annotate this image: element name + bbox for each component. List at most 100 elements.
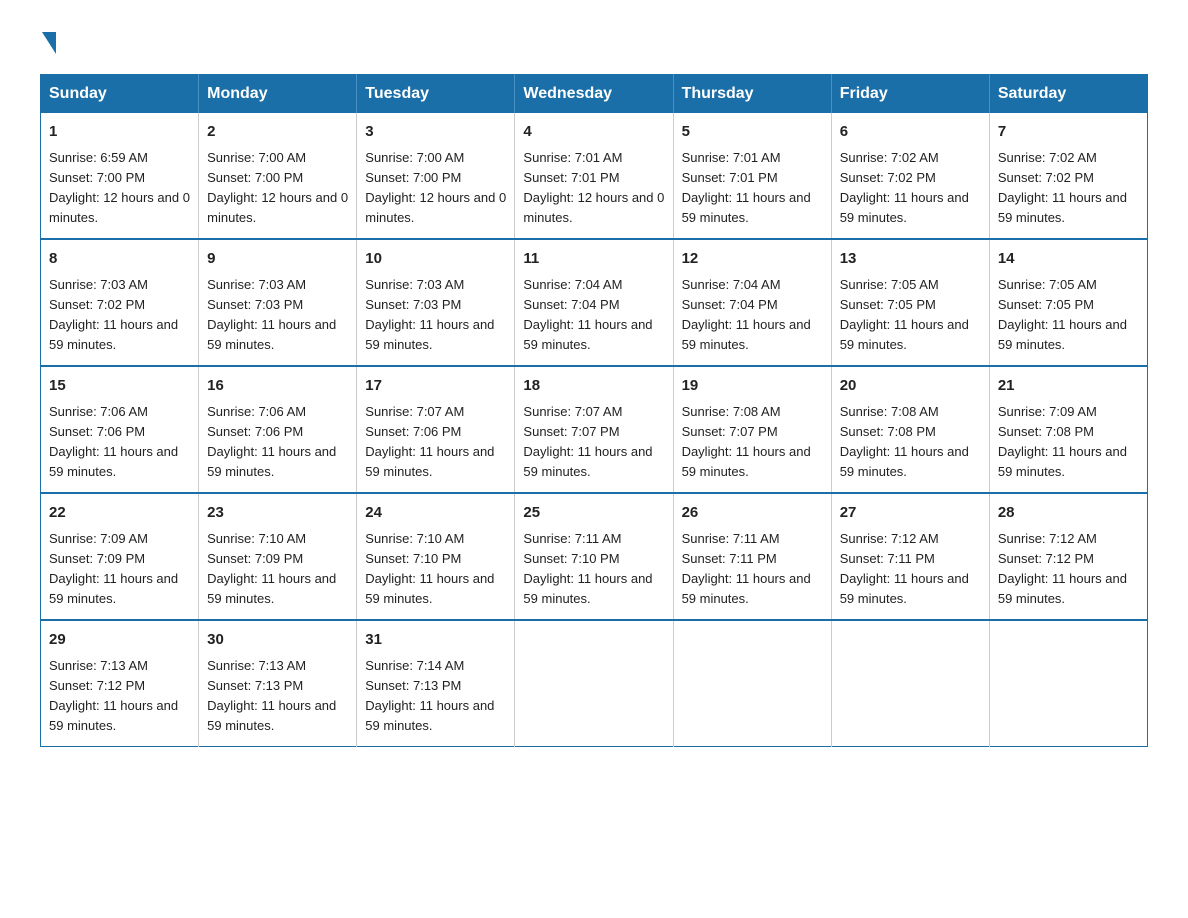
calendar-day-cell — [989, 620, 1147, 747]
day-info: Sunrise: 7:08 AM Sunset: 7:08 PM Dayligh… — [840, 402, 981, 483]
day-number: 7 — [998, 121, 1139, 144]
day-info: Sunrise: 7:09 AM Sunset: 7:08 PM Dayligh… — [998, 402, 1139, 483]
day-number: 21 — [998, 375, 1139, 398]
day-info: Sunrise: 7:07 AM Sunset: 7:07 PM Dayligh… — [523, 402, 664, 483]
day-number: 27 — [840, 502, 981, 525]
day-number: 28 — [998, 502, 1139, 525]
day-number: 20 — [840, 375, 981, 398]
calendar-day-cell: 3 Sunrise: 7:00 AM Sunset: 7:00 PM Dayli… — [357, 113, 515, 239]
day-number: 18 — [523, 375, 664, 398]
page-header — [40, 30, 1148, 54]
day-info: Sunrise: 7:01 AM Sunset: 7:01 PM Dayligh… — [682, 148, 823, 229]
calendar-week-row: 1 Sunrise: 6:59 AM Sunset: 7:00 PM Dayli… — [41, 113, 1148, 239]
day-number: 22 — [49, 502, 190, 525]
day-info: Sunrise: 7:01 AM Sunset: 7:01 PM Dayligh… — [523, 148, 664, 229]
calendar-day-cell: 16 Sunrise: 7:06 AM Sunset: 7:06 PM Dayl… — [199, 366, 357, 493]
calendar-day-cell: 8 Sunrise: 7:03 AM Sunset: 7:02 PM Dayli… — [41, 239, 199, 366]
day-info: Sunrise: 7:04 AM Sunset: 7:04 PM Dayligh… — [523, 275, 664, 356]
calendar-week-row: 8 Sunrise: 7:03 AM Sunset: 7:02 PM Dayli… — [41, 239, 1148, 366]
day-info: Sunrise: 7:05 AM Sunset: 7:05 PM Dayligh… — [998, 275, 1139, 356]
day-number: 31 — [365, 629, 506, 652]
day-number: 16 — [207, 375, 348, 398]
day-info: Sunrise: 7:09 AM Sunset: 7:09 PM Dayligh… — [49, 529, 190, 610]
day-number: 12 — [682, 248, 823, 271]
calendar-day-cell: 12 Sunrise: 7:04 AM Sunset: 7:04 PM Dayl… — [673, 239, 831, 366]
weekday-header-thursday: Thursday — [673, 75, 831, 114]
day-info: Sunrise: 7:11 AM Sunset: 7:11 PM Dayligh… — [682, 529, 823, 610]
weekday-header-sunday: Sunday — [41, 75, 199, 114]
day-info: Sunrise: 7:07 AM Sunset: 7:06 PM Dayligh… — [365, 402, 506, 483]
day-number: 15 — [49, 375, 190, 398]
calendar-day-cell: 2 Sunrise: 7:00 AM Sunset: 7:00 PM Dayli… — [199, 113, 357, 239]
day-info: Sunrise: 7:11 AM Sunset: 7:10 PM Dayligh… — [523, 529, 664, 610]
calendar-day-cell: 9 Sunrise: 7:03 AM Sunset: 7:03 PM Dayli… — [199, 239, 357, 366]
calendar-day-cell: 17 Sunrise: 7:07 AM Sunset: 7:06 PM Dayl… — [357, 366, 515, 493]
calendar-body: 1 Sunrise: 6:59 AM Sunset: 7:00 PM Dayli… — [41, 113, 1148, 747]
calendar-day-cell: 10 Sunrise: 7:03 AM Sunset: 7:03 PM Dayl… — [357, 239, 515, 366]
day-number: 25 — [523, 502, 664, 525]
calendar-day-cell — [515, 620, 673, 747]
day-number: 24 — [365, 502, 506, 525]
day-info: Sunrise: 7:03 AM Sunset: 7:03 PM Dayligh… — [207, 275, 348, 356]
calendar-day-cell — [831, 620, 989, 747]
day-number: 11 — [523, 248, 664, 271]
day-number: 9 — [207, 248, 348, 271]
calendar-week-row: 29 Sunrise: 7:13 AM Sunset: 7:12 PM Dayl… — [41, 620, 1148, 747]
day-info: Sunrise: 7:00 AM Sunset: 7:00 PM Dayligh… — [207, 148, 348, 229]
day-info: Sunrise: 7:02 AM Sunset: 7:02 PM Dayligh… — [840, 148, 981, 229]
day-number: 23 — [207, 502, 348, 525]
calendar-day-cell: 6 Sunrise: 7:02 AM Sunset: 7:02 PM Dayli… — [831, 113, 989, 239]
calendar-table: SundayMondayTuesdayWednesdayThursdayFrid… — [40, 74, 1148, 747]
calendar-day-cell: 23 Sunrise: 7:10 AM Sunset: 7:09 PM Dayl… — [199, 493, 357, 620]
calendar-day-cell: 15 Sunrise: 7:06 AM Sunset: 7:06 PM Dayl… — [41, 366, 199, 493]
day-number: 14 — [998, 248, 1139, 271]
day-info: Sunrise: 7:10 AM Sunset: 7:10 PM Dayligh… — [365, 529, 506, 610]
day-number: 1 — [49, 121, 190, 144]
calendar-day-cell: 4 Sunrise: 7:01 AM Sunset: 7:01 PM Dayli… — [515, 113, 673, 239]
calendar-day-cell: 14 Sunrise: 7:05 AM Sunset: 7:05 PM Dayl… — [989, 239, 1147, 366]
day-info: Sunrise: 7:05 AM Sunset: 7:05 PM Dayligh… — [840, 275, 981, 356]
day-info: Sunrise: 7:03 AM Sunset: 7:02 PM Dayligh… — [49, 275, 190, 356]
calendar-day-cell: 30 Sunrise: 7:13 AM Sunset: 7:13 PM Dayl… — [199, 620, 357, 747]
day-info: Sunrise: 7:12 AM Sunset: 7:12 PM Dayligh… — [998, 529, 1139, 610]
calendar-header: SundayMondayTuesdayWednesdayThursdayFrid… — [41, 75, 1148, 114]
calendar-day-cell: 21 Sunrise: 7:09 AM Sunset: 7:08 PM Dayl… — [989, 366, 1147, 493]
day-number: 29 — [49, 629, 190, 652]
day-number: 10 — [365, 248, 506, 271]
day-info: Sunrise: 7:06 AM Sunset: 7:06 PM Dayligh… — [207, 402, 348, 483]
day-number: 13 — [840, 248, 981, 271]
calendar-day-cell: 5 Sunrise: 7:01 AM Sunset: 7:01 PM Dayli… — [673, 113, 831, 239]
calendar-day-cell — [673, 620, 831, 747]
weekday-header-tuesday: Tuesday — [357, 75, 515, 114]
day-number: 4 — [523, 121, 664, 144]
calendar-day-cell: 24 Sunrise: 7:10 AM Sunset: 7:10 PM Dayl… — [357, 493, 515, 620]
weekday-header-wednesday: Wednesday — [515, 75, 673, 114]
calendar-day-cell: 22 Sunrise: 7:09 AM Sunset: 7:09 PM Dayl… — [41, 493, 199, 620]
calendar-day-cell: 31 Sunrise: 7:14 AM Sunset: 7:13 PM Dayl… — [357, 620, 515, 747]
weekday-header-saturday: Saturday — [989, 75, 1147, 114]
day-info: Sunrise: 7:10 AM Sunset: 7:09 PM Dayligh… — [207, 529, 348, 610]
calendar-day-cell: 28 Sunrise: 7:12 AM Sunset: 7:12 PM Dayl… — [989, 493, 1147, 620]
day-number: 26 — [682, 502, 823, 525]
logo — [40, 30, 56, 54]
day-number: 19 — [682, 375, 823, 398]
calendar-day-cell: 19 Sunrise: 7:08 AM Sunset: 7:07 PM Dayl… — [673, 366, 831, 493]
calendar-day-cell: 7 Sunrise: 7:02 AM Sunset: 7:02 PM Dayli… — [989, 113, 1147, 239]
day-info: Sunrise: 7:03 AM Sunset: 7:03 PM Dayligh… — [365, 275, 506, 356]
day-info: Sunrise: 6:59 AM Sunset: 7:00 PM Dayligh… — [49, 148, 190, 229]
calendar-week-row: 22 Sunrise: 7:09 AM Sunset: 7:09 PM Dayl… — [41, 493, 1148, 620]
day-number: 3 — [365, 121, 506, 144]
day-info: Sunrise: 7:00 AM Sunset: 7:00 PM Dayligh… — [365, 148, 506, 229]
day-info: Sunrise: 7:02 AM Sunset: 7:02 PM Dayligh… — [998, 148, 1139, 229]
weekday-header-monday: Monday — [199, 75, 357, 114]
calendar-day-cell: 26 Sunrise: 7:11 AM Sunset: 7:11 PM Dayl… — [673, 493, 831, 620]
weekday-header-friday: Friday — [831, 75, 989, 114]
day-number: 5 — [682, 121, 823, 144]
calendar-day-cell: 27 Sunrise: 7:12 AM Sunset: 7:11 PM Dayl… — [831, 493, 989, 620]
logo-arrow-icon — [42, 32, 56, 54]
day-info: Sunrise: 7:12 AM Sunset: 7:11 PM Dayligh… — [840, 529, 981, 610]
calendar-week-row: 15 Sunrise: 7:06 AM Sunset: 7:06 PM Dayl… — [41, 366, 1148, 493]
day-number: 30 — [207, 629, 348, 652]
day-info: Sunrise: 7:08 AM Sunset: 7:07 PM Dayligh… — [682, 402, 823, 483]
calendar-day-cell: 29 Sunrise: 7:13 AM Sunset: 7:12 PM Dayl… — [41, 620, 199, 747]
